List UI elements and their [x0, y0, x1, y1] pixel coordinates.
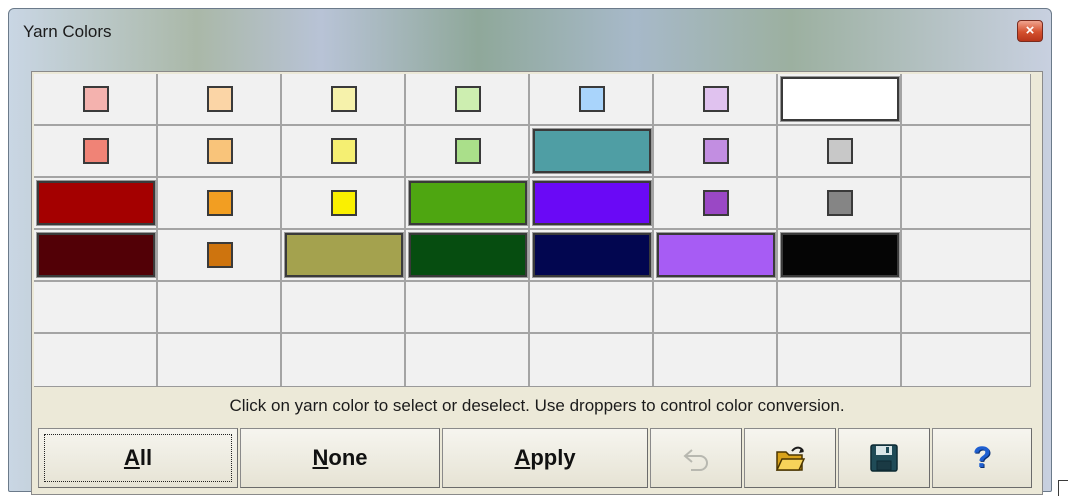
title-bar[interactable]: Yarn Colors ×	[9, 9, 1051, 53]
color-cell[interactable]	[778, 178, 902, 228]
help-icon: ?	[972, 441, 992, 474]
selected-color-swatch[interactable]	[36, 180, 156, 226]
selected-color-swatch[interactable]	[284, 232, 404, 278]
selected-color-swatch[interactable]	[408, 180, 528, 226]
grid-divider	[34, 280, 1030, 282]
close-icon: ×	[1025, 22, 1035, 39]
save-button[interactable]	[838, 428, 930, 488]
none-button-label: one	[328, 445, 368, 470]
all-button-mnemonic: A	[123, 445, 140, 470]
selected-color-swatch[interactable]	[780, 232, 900, 278]
color-cell[interactable]	[406, 74, 530, 124]
color-cell[interactable]	[406, 126, 530, 176]
yarn-color-grid	[34, 74, 1031, 387]
floppy-disk-icon	[870, 444, 898, 472]
color-swatch[interactable]	[827, 138, 853, 164]
color-cell[interactable]	[158, 230, 282, 280]
color-swatch[interactable]	[579, 86, 605, 112]
apply-button-label: pply	[530, 445, 576, 470]
color-swatch[interactable]	[83, 138, 109, 164]
color-cell[interactable]	[530, 126, 654, 176]
color-cell[interactable]	[282, 74, 406, 124]
color-cell[interactable]	[530, 230, 654, 280]
undo-button[interactable]	[650, 428, 742, 488]
color-swatch[interactable]	[331, 86, 357, 112]
color-cell[interactable]	[158, 126, 282, 176]
resize-corner	[1058, 480, 1068, 496]
button-bar: All None Apply ?	[38, 428, 1038, 488]
help-button[interactable]: ?	[932, 428, 1032, 488]
selected-color-swatch[interactable]	[408, 232, 528, 278]
color-swatch[interactable]	[331, 138, 357, 164]
dialog-client-area: Click on yarn color to select or deselec…	[31, 71, 1043, 495]
all-button[interactable]: All	[38, 428, 238, 488]
apply-button-mnemonic: A	[514, 445, 531, 470]
selected-color-swatch[interactable]	[532, 180, 652, 226]
none-button-mnemonic: N	[312, 445, 329, 470]
color-swatch[interactable]	[703, 190, 729, 216]
color-swatch[interactable]	[703, 86, 729, 112]
selected-color-swatch[interactable]	[36, 232, 156, 278]
grid-divider	[34, 332, 1030, 334]
color-cell[interactable]	[530, 74, 654, 124]
color-swatch[interactable]	[207, 190, 233, 216]
color-cell[interactable]	[34, 74, 158, 124]
color-swatch[interactable]	[331, 190, 357, 216]
color-cell[interactable]	[654, 230, 778, 280]
color-swatch[interactable]	[207, 86, 233, 112]
color-cell[interactable]	[406, 178, 530, 228]
color-cell[interactable]	[406, 230, 530, 280]
yarn-colors-window: Yarn Colors × Click on yarn color to sel…	[8, 8, 1052, 495]
window-title: Yarn Colors	[23, 22, 112, 41]
color-cell[interactable]	[34, 230, 158, 280]
undo-arrow-icon	[683, 449, 708, 471]
color-cell[interactable]	[282, 126, 406, 176]
color-swatch[interactable]	[207, 242, 233, 268]
color-cell[interactable]	[778, 74, 902, 124]
color-cell[interactable]	[654, 178, 778, 228]
color-cell[interactable]	[282, 230, 406, 280]
close-button[interactable]: ×	[1017, 20, 1043, 42]
color-cell[interactable]	[778, 230, 902, 280]
color-swatch[interactable]	[455, 86, 481, 112]
color-swatch[interactable]	[83, 86, 109, 112]
color-swatch[interactable]	[827, 190, 853, 216]
color-swatch[interactable]	[207, 138, 233, 164]
color-cell[interactable]	[282, 178, 406, 228]
color-swatch[interactable]	[455, 138, 481, 164]
selected-color-swatch[interactable]	[780, 76, 900, 122]
color-cell[interactable]	[778, 126, 902, 176]
color-cell[interactable]	[158, 178, 282, 228]
color-cell[interactable]	[34, 126, 158, 176]
color-cell[interactable]	[34, 178, 158, 228]
color-cell[interactable]	[158, 74, 282, 124]
color-cell[interactable]	[654, 126, 778, 176]
instructions-text: Click on yarn color to select or deselec…	[229, 396, 845, 415]
none-button[interactable]: None	[240, 428, 440, 488]
selected-color-swatch[interactable]	[532, 232, 652, 278]
color-cell[interactable]	[530, 178, 654, 228]
open-folder-icon	[775, 446, 806, 471]
selected-color-swatch[interactable]	[532, 128, 652, 174]
open-button[interactable]	[744, 428, 836, 488]
apply-button[interactable]: Apply	[442, 428, 648, 488]
color-swatch[interactable]	[703, 138, 729, 164]
all-button-label: ll	[139, 445, 153, 470]
selected-color-swatch[interactable]	[656, 232, 776, 278]
color-cell[interactable]	[654, 74, 778, 124]
